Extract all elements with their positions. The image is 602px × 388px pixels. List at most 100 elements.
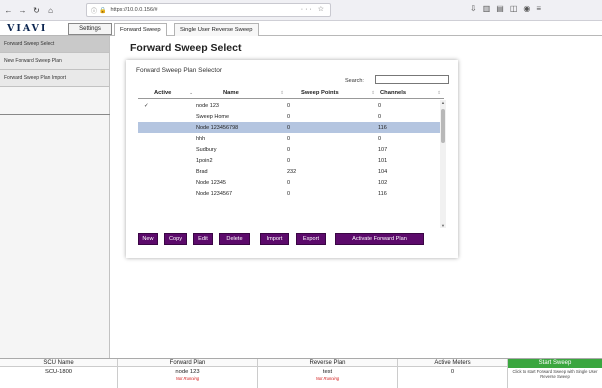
table-row[interactable]: hhh 0 0 [138,133,444,144]
plan-name: Node 123456798 [196,124,239,131]
column-header-name[interactable]: Name ⇕ [196,87,287,99]
start-sweep-hint: Click to start Forward Sweep with Single… [512,369,598,379]
scu-name-value: SCU-1800 [44,369,73,375]
sidebar-toggle-icon[interactable]: ▤ [496,4,504,13]
scrollbar-thumb[interactable] [441,109,445,143]
sweep-points: 232 [287,168,297,175]
sweep-points: 0 [287,102,291,109]
sweep-points: 0 [287,146,291,153]
delete-button[interactable]: Delete [219,233,250,245]
new-button[interactable]: New [138,233,158,245]
reverse-plan-value: test [322,369,333,375]
reload-icon[interactable]: ↻ [31,5,42,16]
table-row[interactable]: Sweep Home 0 0 [138,111,444,122]
search-label: Search: [345,78,364,84]
sweep-points: 0 [287,190,291,197]
sidebar: Forward Sweep Select New Forward Sweep P… [0,36,110,358]
sort-desc-icon: ⌄ [189,89,193,95]
active-meters-value: 0 [450,369,455,375]
plan-name: Sudbury [196,146,217,153]
account-icon[interactable]: ◉ [523,4,530,13]
tab-single-user-reverse-sweep[interactable]: Single User Reverse Sweep [174,23,259,36]
channels: 0 [378,102,382,109]
channels: 0 [378,135,382,142]
plan-name: hhh [196,135,206,142]
library-icon[interactable]: ▥ [483,4,491,13]
app-header: VIAVI Settings Forward Sweep Single User… [0,22,602,36]
scroll-down-icon[interactable]: ▼ [440,223,446,228]
table-header: Active ⌄ Name ⇕ Sweep Points ⇕ Channels … [138,87,444,99]
sort-icon: ⇕ [371,89,375,95]
column-header-sweep-points[interactable]: Sweep Points ⇕ [287,87,378,99]
page-title: Forward Sweep Select [130,42,242,54]
sidebar-item-new-forward-sweep-plan[interactable]: New Forward Sweep Plan [0,53,109,70]
channels: 101 [378,157,388,164]
scroll-up-icon[interactable]: ▲ [440,100,446,105]
search-input[interactable] [375,75,449,84]
sort-icon: ⇕ [437,89,441,95]
active-checkmark: ✓ [144,102,149,109]
scu-name-label: SCU Name [0,359,117,367]
viavi-logo: VIAVI [7,23,48,34]
plan-name: Node 12345 [196,179,226,186]
table-row[interactable]: Sudbury 0 107 [138,144,444,155]
column-header-channels[interactable]: Channels ⇕ [378,87,444,99]
info-icon[interactable]: ⓘ [91,6,97,15]
edit-button[interactable]: Edit [193,233,213,245]
channels: 0 [378,113,382,120]
sweep-plan-selector-panel: Forward Sweep Plan Selector Search: Acti… [126,60,458,258]
reader-icon[interactable]: ◫ [510,4,518,13]
import-button[interactable]: Import [260,233,289,245]
tab-forward-sweep[interactable]: Forward Sweep [114,23,167,36]
address-bar[interactable]: ⓘ 🔒 https://10.0.0.156/# ··· ☆ [86,3,331,17]
sidebar-item-forward-sweep-plan-import[interactable]: Forward Sweep Plan Import [0,70,109,87]
column-header-active[interactable]: Active ⌄ [138,87,196,99]
sidebar-item-forward-sweep-select[interactable]: Forward Sweep Select [0,36,109,53]
reverse-plan-status: Not Running [315,376,340,381]
start-sweep-button[interactable]: Start Sweep [508,359,602,368]
downloads-icon[interactable]: ⇩ [470,4,477,13]
table-row[interactable]: Node 12345 0 102 [138,177,444,188]
forward-plan-label: Forward Plan [118,359,257,367]
status-footer: SCU Name SCU-1800 Forward Plan node 123 … [0,358,602,388]
reverse-plan-section: Reverse Plan test Not Running [258,359,398,388]
forward-plan-value: node 123 [175,369,200,375]
forward-arrow-icon[interactable]: → [17,5,28,16]
table-row[interactable]: Node 1234567 0 116 [138,188,444,199]
start-sweep-section: Start Sweep Click to start Forward Sweep… [508,359,602,388]
sidebar-divider [0,114,110,115]
sweep-points: 0 [287,157,291,164]
channels: 107 [378,146,388,153]
settings-button[interactable]: Settings [68,23,112,35]
active-meters-section: Active Meters 0 [398,359,508,388]
plan-name: Sweep Home [196,113,230,120]
lock-icon: 🔒 [99,7,107,14]
menu-icon[interactable]: ≡ [536,4,541,13]
plan-name: Node 1234567 [196,190,233,197]
url-text: https://10.0.0.156/# [110,7,158,13]
sweep-points: 0 [287,135,291,142]
forward-plan-status: Not Running [175,376,200,381]
sweep-points: 0 [287,113,291,120]
sweep-points: 0 [287,179,291,186]
table-row[interactable]: 1poin2 0 101 [138,155,444,166]
export-button[interactable]: Export [296,233,326,245]
table-row[interactable]: ✓ node 123 0 0 [138,100,444,111]
channels: 116 [378,124,387,131]
channels: 102 [378,179,388,186]
page-actions-icon[interactable]: ··· ☆ [301,5,326,13]
table-row-selected[interactable]: Node 123456798 0 116 [138,122,444,133]
home-icon[interactable]: ⌂ [45,5,56,16]
sort-icon: ⇕ [280,89,284,95]
channels: 104 [378,168,388,175]
plan-name: Brad [196,168,208,175]
plan-name: 1poin2 [196,157,213,164]
table-row[interactable]: Brad 232 104 [138,166,444,177]
back-arrow-icon[interactable]: ← [3,5,14,16]
table-scrollbar[interactable]: ▲ ▼ [440,100,446,228]
activate-forward-plan-button[interactable]: Activate Forward Plan [335,233,424,245]
copy-button[interactable]: Copy [164,233,187,245]
plan-name: node 123 [196,102,219,109]
browser-extensions: ⇩ ▥ ▤ ◫ ◉ ≡ [470,4,541,13]
panel-title: Forward Sweep Plan Selector [136,67,222,74]
